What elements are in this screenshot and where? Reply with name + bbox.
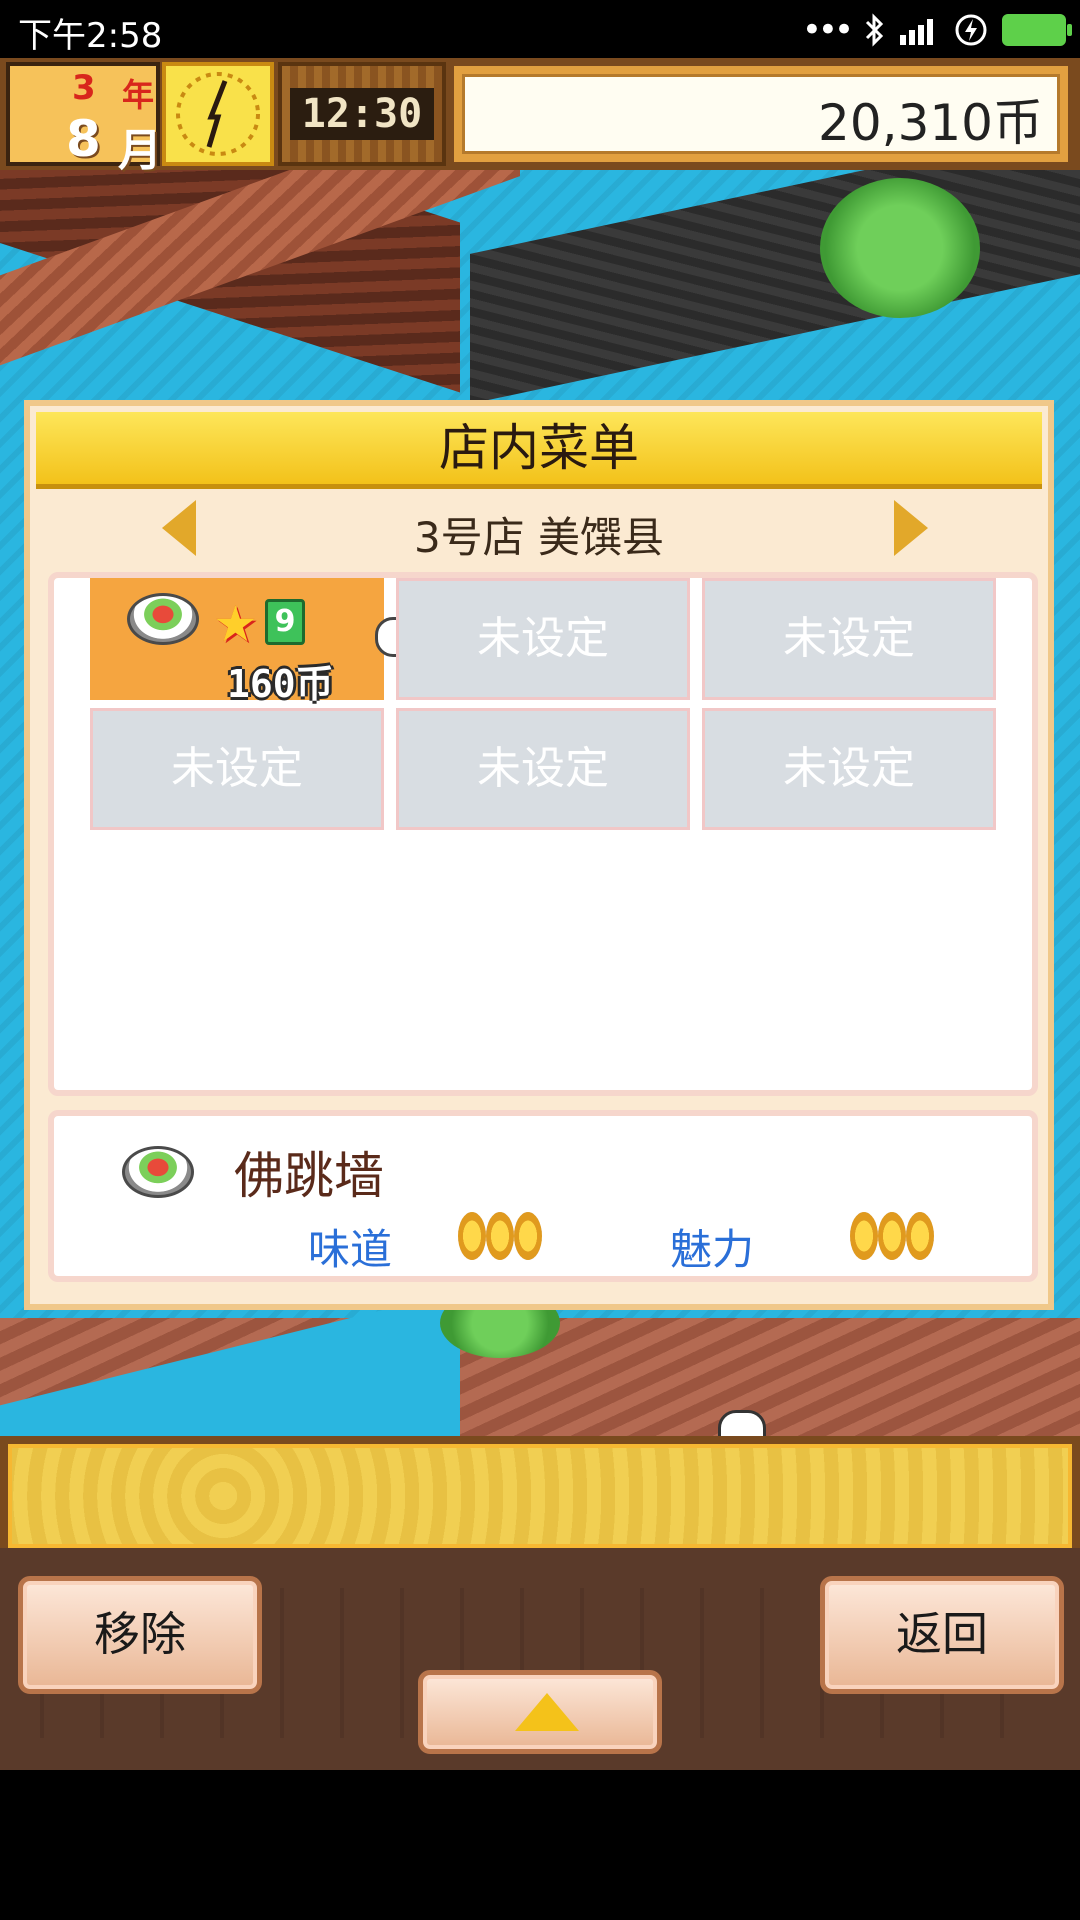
charm-label: 魅力 <box>670 1225 755 1274</box>
coin-icon <box>878 1212 906 1260</box>
coin-icon <box>486 1212 514 1260</box>
coin-icon <box>850 1212 878 1260</box>
expand-button[interactable] <box>418 1670 662 1754</box>
message-bar <box>0 1436 1080 1548</box>
year-number: 3 <box>72 68 96 108</box>
dish-name: 佛跳墙 <box>234 1147 384 1205</box>
taste-coins <box>458 1212 542 1262</box>
star-icon: ★ <box>213 595 258 653</box>
remove-button[interactable]: 移除 <box>18 1576 262 1694</box>
menu-slot-5[interactable]: 未设定 <box>396 708 690 830</box>
slot-label: 未设定 <box>783 613 915 664</box>
slot-label: 未设定 <box>171 743 303 794</box>
month-label: 月 <box>118 125 162 176</box>
more-dots-icon: ••• <box>801 10 854 50</box>
store-selector: 3号店 美馔县 <box>30 494 1048 574</box>
date-display: 3 年 8 月 <box>6 62 162 176</box>
panel-header: 店内菜单 <box>36 412 1042 489</box>
coin-icon <box>906 1212 934 1260</box>
menu-slot-4[interactable]: 未设定 <box>90 708 384 830</box>
status-time: 下午2:58 <box>18 16 163 56</box>
charging-icon <box>955 14 987 46</box>
status-bar: 下午2:58 ••• <box>0 0 1080 58</box>
battery-icon <box>1002 14 1072 46</box>
coin-icon <box>514 1212 542 1260</box>
month-number: 8 <box>66 110 101 168</box>
menu-slot-grid: ★ 9 160币 未设定 未设定 未设定 未设定 未设定 <box>48 572 1038 1096</box>
slot-label: 未设定 <box>783 743 915 794</box>
money-value: 20,310币 <box>818 94 1043 152</box>
menu-panel: 店内菜单 3号店 美馔县 ★ 9 160币 未设定 未设定 未设定 未设定 未设… <box>24 400 1054 1310</box>
status-icons: ••• <box>801 10 1072 50</box>
bottom-control-deck: 移除 返回 <box>0 1548 1080 1770</box>
panel-title: 店内菜单 <box>439 419 639 477</box>
dish-icon <box>122 1146 194 1198</box>
bluetooth-icon <box>865 13 884 47</box>
dish-level: 9 <box>265 599 305 645</box>
arrow-right-icon[interactable] <box>894 500 928 556</box>
menu-slot-2[interactable]: 未设定 <box>396 578 690 700</box>
top-hud: 3 年 8 月 12:30 20,310币 <box>0 58 1080 176</box>
charm-coins <box>850 1212 934 1262</box>
dish-detail: 佛跳墙 味道 魅力 <box>48 1110 1038 1282</box>
message-area <box>8 1444 1072 1548</box>
money-panel: 20,310币 <box>450 62 1072 166</box>
year-label: 年 <box>122 76 155 114</box>
slot-label: 未设定 <box>477 743 609 794</box>
triangle-up-icon <box>515 1693 579 1731</box>
dish-price: 160币 <box>227 662 334 706</box>
screen-bottom-area <box>0 1770 1080 1920</box>
game-time: 12:30 <box>290 88 434 140</box>
menu-slot-1[interactable]: ★ 9 160币 <box>90 578 439 706</box>
tree <box>820 178 980 318</box>
back-button[interactable]: 返回 <box>820 1576 1064 1694</box>
menu-slot-3[interactable]: 未设定 <box>702 578 996 700</box>
signal-icon <box>900 19 933 45</box>
taste-label: 味道 <box>308 1225 393 1274</box>
clock-icon[interactable] <box>162 62 274 166</box>
slot-label: 未设定 <box>477 613 609 664</box>
menu-slot-6[interactable]: 未设定 <box>702 708 996 830</box>
dish-icon <box>127 593 199 645</box>
coin-icon <box>458 1212 486 1260</box>
time-panel: 12:30 <box>278 62 446 166</box>
